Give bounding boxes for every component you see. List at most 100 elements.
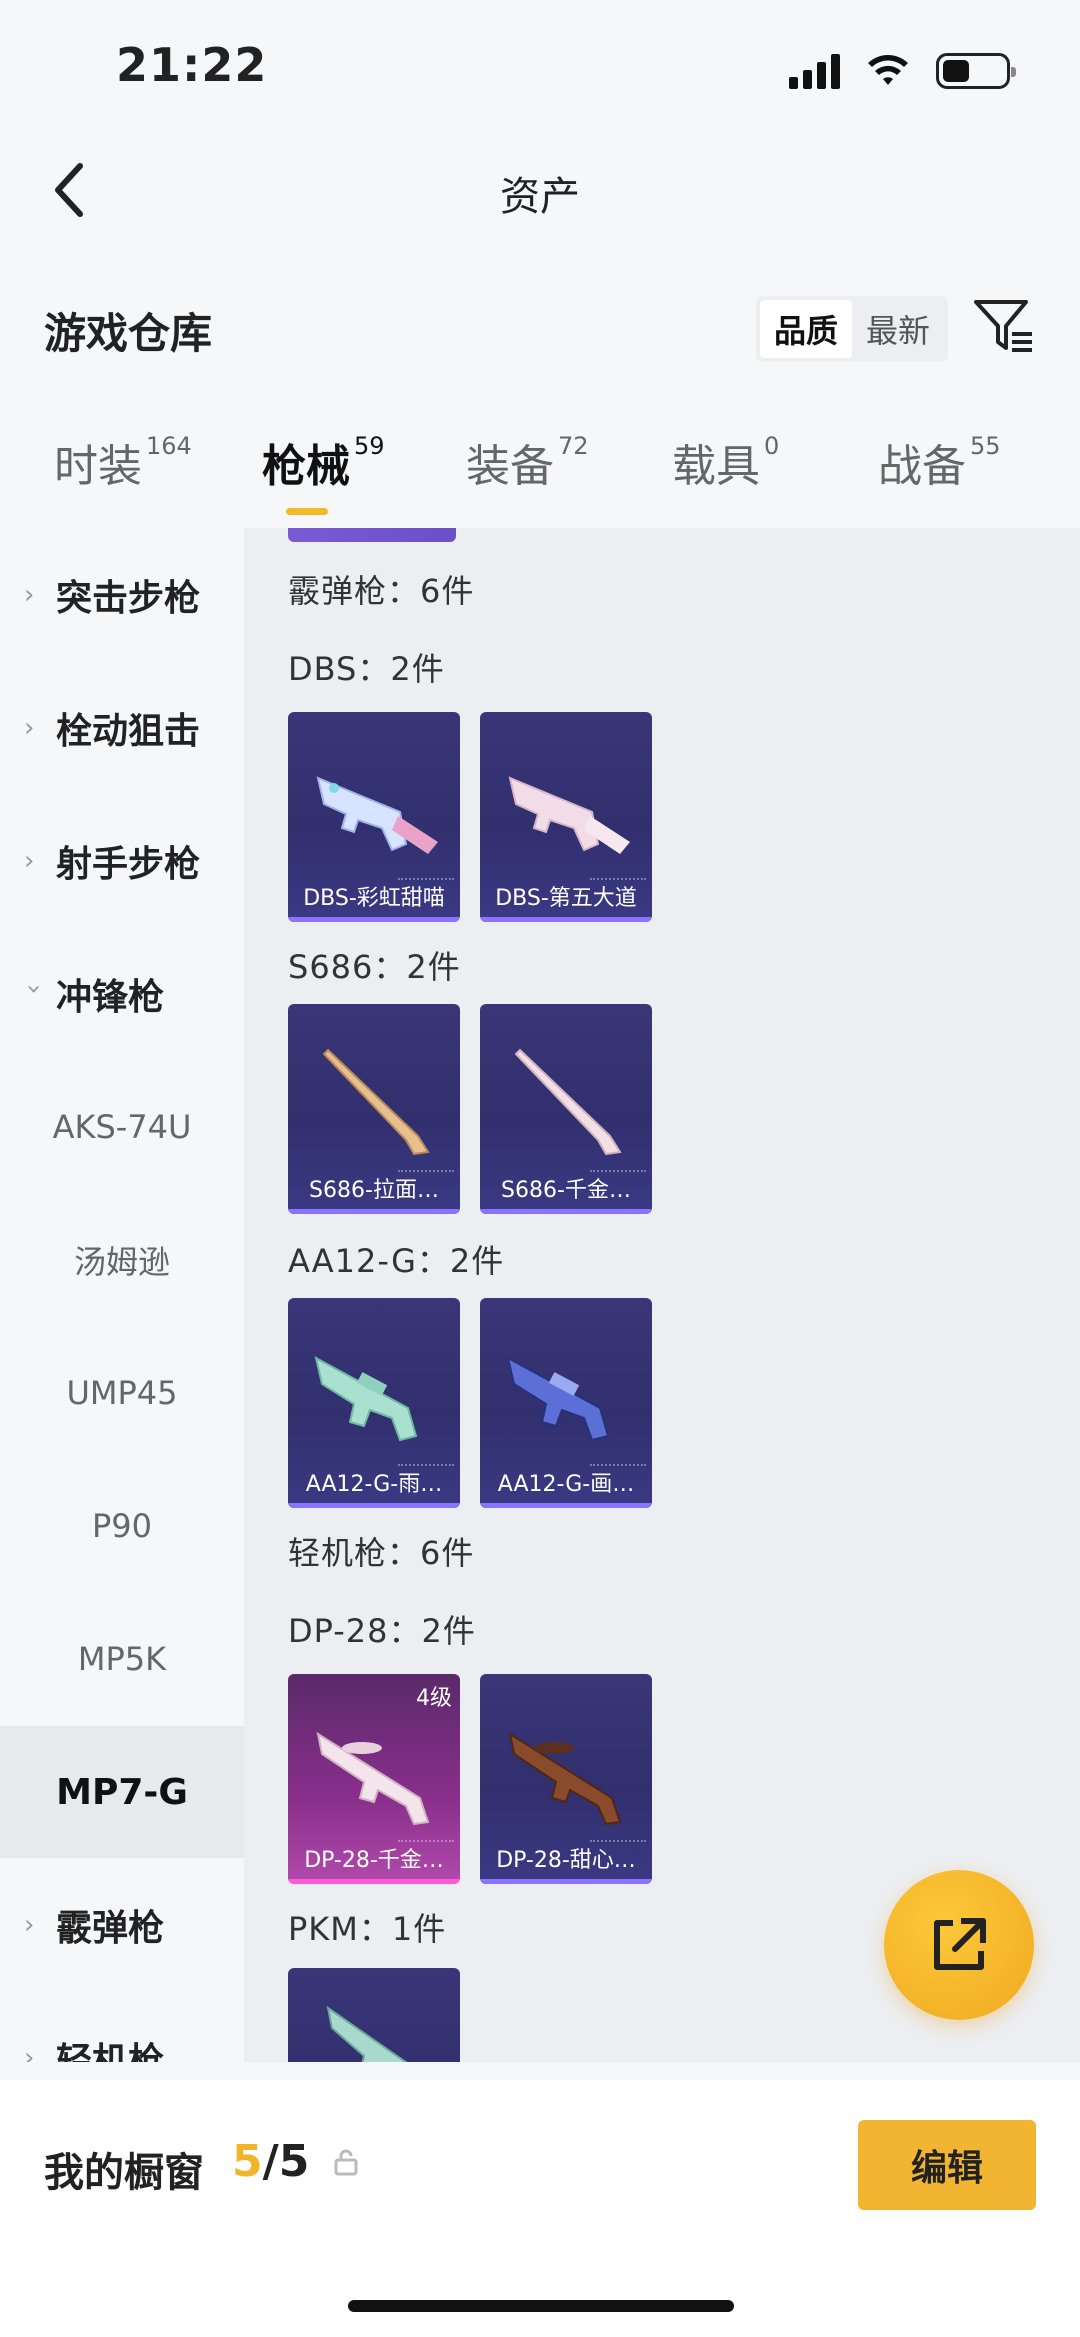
tab-count: 55 (970, 432, 1001, 460)
sidebar-subitem-p90[interactable]: P90 (0, 1460, 244, 1592)
tab-supplies[interactable]: 战备 55 (878, 430, 1001, 494)
weapon-card-name: AA12-G-画… (497, 1472, 635, 1497)
sidebar-subitem-ump45[interactable]: UMP45 (0, 1327, 244, 1459)
shotgun-icon (514, 1048, 622, 1156)
card-rarity-line (288, 1879, 460, 1884)
chevron-right-icon: › (24, 1910, 35, 1940)
home-indicator (348, 2300, 734, 2312)
tab-count: 59 (354, 432, 385, 460)
weapon-card-aa12g-painting[interactable]: AA12-G-画… (480, 1298, 652, 1508)
sidebar-subitem-label: 汤姆逊 (73, 1243, 170, 1281)
chevron-down-icon: › (19, 984, 49, 995)
weapon-card-dbs-fifth-avenue[interactable]: DBS-第五大道 (480, 712, 652, 922)
weapon-sidebar: › 突击步枪 › 栓动狙击 › 射手步枪 › 冲锋枪 AKS-74U 汤姆逊 U… (0, 528, 244, 2062)
sidebar-item-shotgun[interactable]: › 霰弹枪 (0, 1859, 244, 1991)
sidebar-item-label: 冲锋枪 (56, 977, 165, 1018)
section-title: 游戏仓库 (44, 309, 213, 358)
group-lmg-label: 轻机枪：6件 (288, 1534, 475, 1572)
battery-icon (936, 53, 1016, 89)
sort-quality[interactable]: 品质 (760, 300, 852, 358)
group-s686-label: S686：2件 (288, 948, 461, 986)
card-rarity-line (288, 1209, 460, 1214)
machine-gun-icon (326, 2005, 408, 2062)
tab-fashion[interactable]: 时装 164 (54, 430, 192, 494)
sidebar-subitem-thompson[interactable]: 汤姆逊 (0, 1194, 244, 1326)
sidebar-subitem-label: UMP45 (66, 1374, 178, 1412)
sidebar-item-lmg[interactable]: › 轻机枪 (0, 1992, 244, 2062)
nav-header: 资产 (0, 150, 1080, 230)
weapon-card-name: S686-拉面… (309, 1178, 439, 1203)
weapon-card-dp28-heiress[interactable]: 4级 DP-28-千金… (288, 1674, 460, 1884)
weapon-card-s686-heiress[interactable]: S686-千金… (480, 1004, 652, 1214)
sidebar-subitem-label: MP7-G (56, 1771, 188, 1813)
tab-label: 战备 (878, 441, 966, 492)
chevron-right-icon: › (24, 846, 35, 876)
sort-newest[interactable]: 最新 (852, 300, 944, 358)
card-rarity-line (480, 1503, 652, 1508)
card-rarity-line (480, 917, 652, 922)
tab-count: 164 (146, 432, 192, 460)
shotgun-icon (314, 1356, 418, 1442)
sort-toggle: 品质 最新 (756, 296, 948, 362)
status-time: 21:22 (116, 38, 268, 92)
weapon-card-name: DBS-彩虹甜喵 (303, 886, 445, 911)
sidebar-subitem-label: AKS-74U (52, 1108, 192, 1146)
sidebar-subitem-label: P90 (91, 1507, 152, 1545)
shotgun-icon (508, 776, 630, 854)
sidebar-subitem-mp7g[interactable]: MP7-G (0, 1726, 244, 1858)
sidebar-item-label: 轻机枪 (56, 2041, 165, 2062)
sidebar-item-smg[interactable]: › 冲锋枪 (0, 928, 244, 1060)
weapon-card-name: DBS-第五大道 (495, 886, 637, 911)
sidebar-item-bolt-sniper[interactable]: › 栓动狙击 (0, 662, 244, 794)
card-rarity-line (288, 917, 460, 922)
share-fab[interactable] (884, 1870, 1034, 2020)
tab-count: 72 (558, 432, 589, 460)
tab-count: 0 (764, 432, 780, 460)
wifi-icon (868, 55, 908, 85)
sidebar-subitem-aks74u[interactable]: AKS-74U (0, 1061, 244, 1193)
sidebar-item-label: 射手步枪 (56, 844, 201, 885)
tab-firearms[interactable]: 枪械 59 (262, 430, 385, 494)
weapon-card-s686-ramen[interactable]: S686-拉面… (288, 1004, 460, 1214)
sidebar-item-label: 霰弹枪 (56, 1908, 165, 1949)
card-edge-partial (288, 528, 456, 542)
weapon-card-aa12g-rain[interactable]: AA12-G-雨… (288, 1298, 460, 1508)
machine-gun-icon (316, 1731, 430, 1826)
card-rarity-line (480, 1879, 652, 1884)
shotgun-icon (322, 1048, 430, 1156)
card-rarity-line (288, 1503, 460, 1508)
status-bar: 21:22 (0, 0, 1080, 140)
signal-icon (789, 53, 840, 89)
weapon-card-dbs-rainbow[interactable]: DBS-彩虹甜喵 (288, 712, 460, 922)
sidebar-item-label: 突击步枪 (56, 578, 201, 619)
weapon-card-dp28-sweetheart[interactable]: DP-28-甜心… (480, 1674, 652, 1884)
weapon-card-name: DP-28-甜心… (496, 1848, 636, 1873)
category-tabs: 时装 164 枪械 59 装备 72 载具 0 战备 55 (0, 430, 1080, 520)
machine-gun-icon (508, 1731, 622, 1826)
sidebar-item-label: 栓动狙击 (56, 711, 201, 752)
showcase-total: /5 (262, 2136, 310, 2187)
group-dbs-label: DBS：2件 (288, 650, 445, 688)
tab-equipment[interactable]: 装备 72 (466, 430, 589, 494)
filter-icon (974, 300, 1032, 352)
sidebar-item-assault-rifle[interactable]: › 突击步枪 (0, 529, 244, 661)
tab-label: 时装 (54, 441, 142, 492)
lock-icon (334, 2149, 358, 2176)
group-pkm-label: PKM：1件 (288, 1910, 447, 1948)
tab-vehicles[interactable]: 载具 0 (672, 430, 779, 494)
chevron-right-icon: › (24, 580, 35, 610)
sidebar-item-dmr[interactable]: › 射手步枪 (0, 795, 244, 927)
sidebar-subitem-label: MP5K (77, 1640, 167, 1678)
weapon-card-pkm[interactable] (288, 1968, 460, 2062)
edit-button[interactable]: 编辑 (858, 2120, 1036, 2210)
weapon-card-name: S686-千金… (501, 1178, 631, 1203)
filter-button[interactable] (972, 296, 1036, 360)
shotgun-icon (316, 776, 438, 854)
showcase-bar: 我的橱窗 5/5 编辑 (0, 2080, 1080, 2337)
group-aa12g-label: AA12-G：2件 (288, 1242, 505, 1280)
sidebar-subitem-mp5k[interactable]: MP5K (0, 1593, 244, 1725)
card-rarity-line (480, 1209, 652, 1214)
chevron-right-icon: › (24, 713, 35, 743)
active-tab-indicator (286, 508, 328, 515)
chevron-right-icon: › (24, 2043, 35, 2062)
